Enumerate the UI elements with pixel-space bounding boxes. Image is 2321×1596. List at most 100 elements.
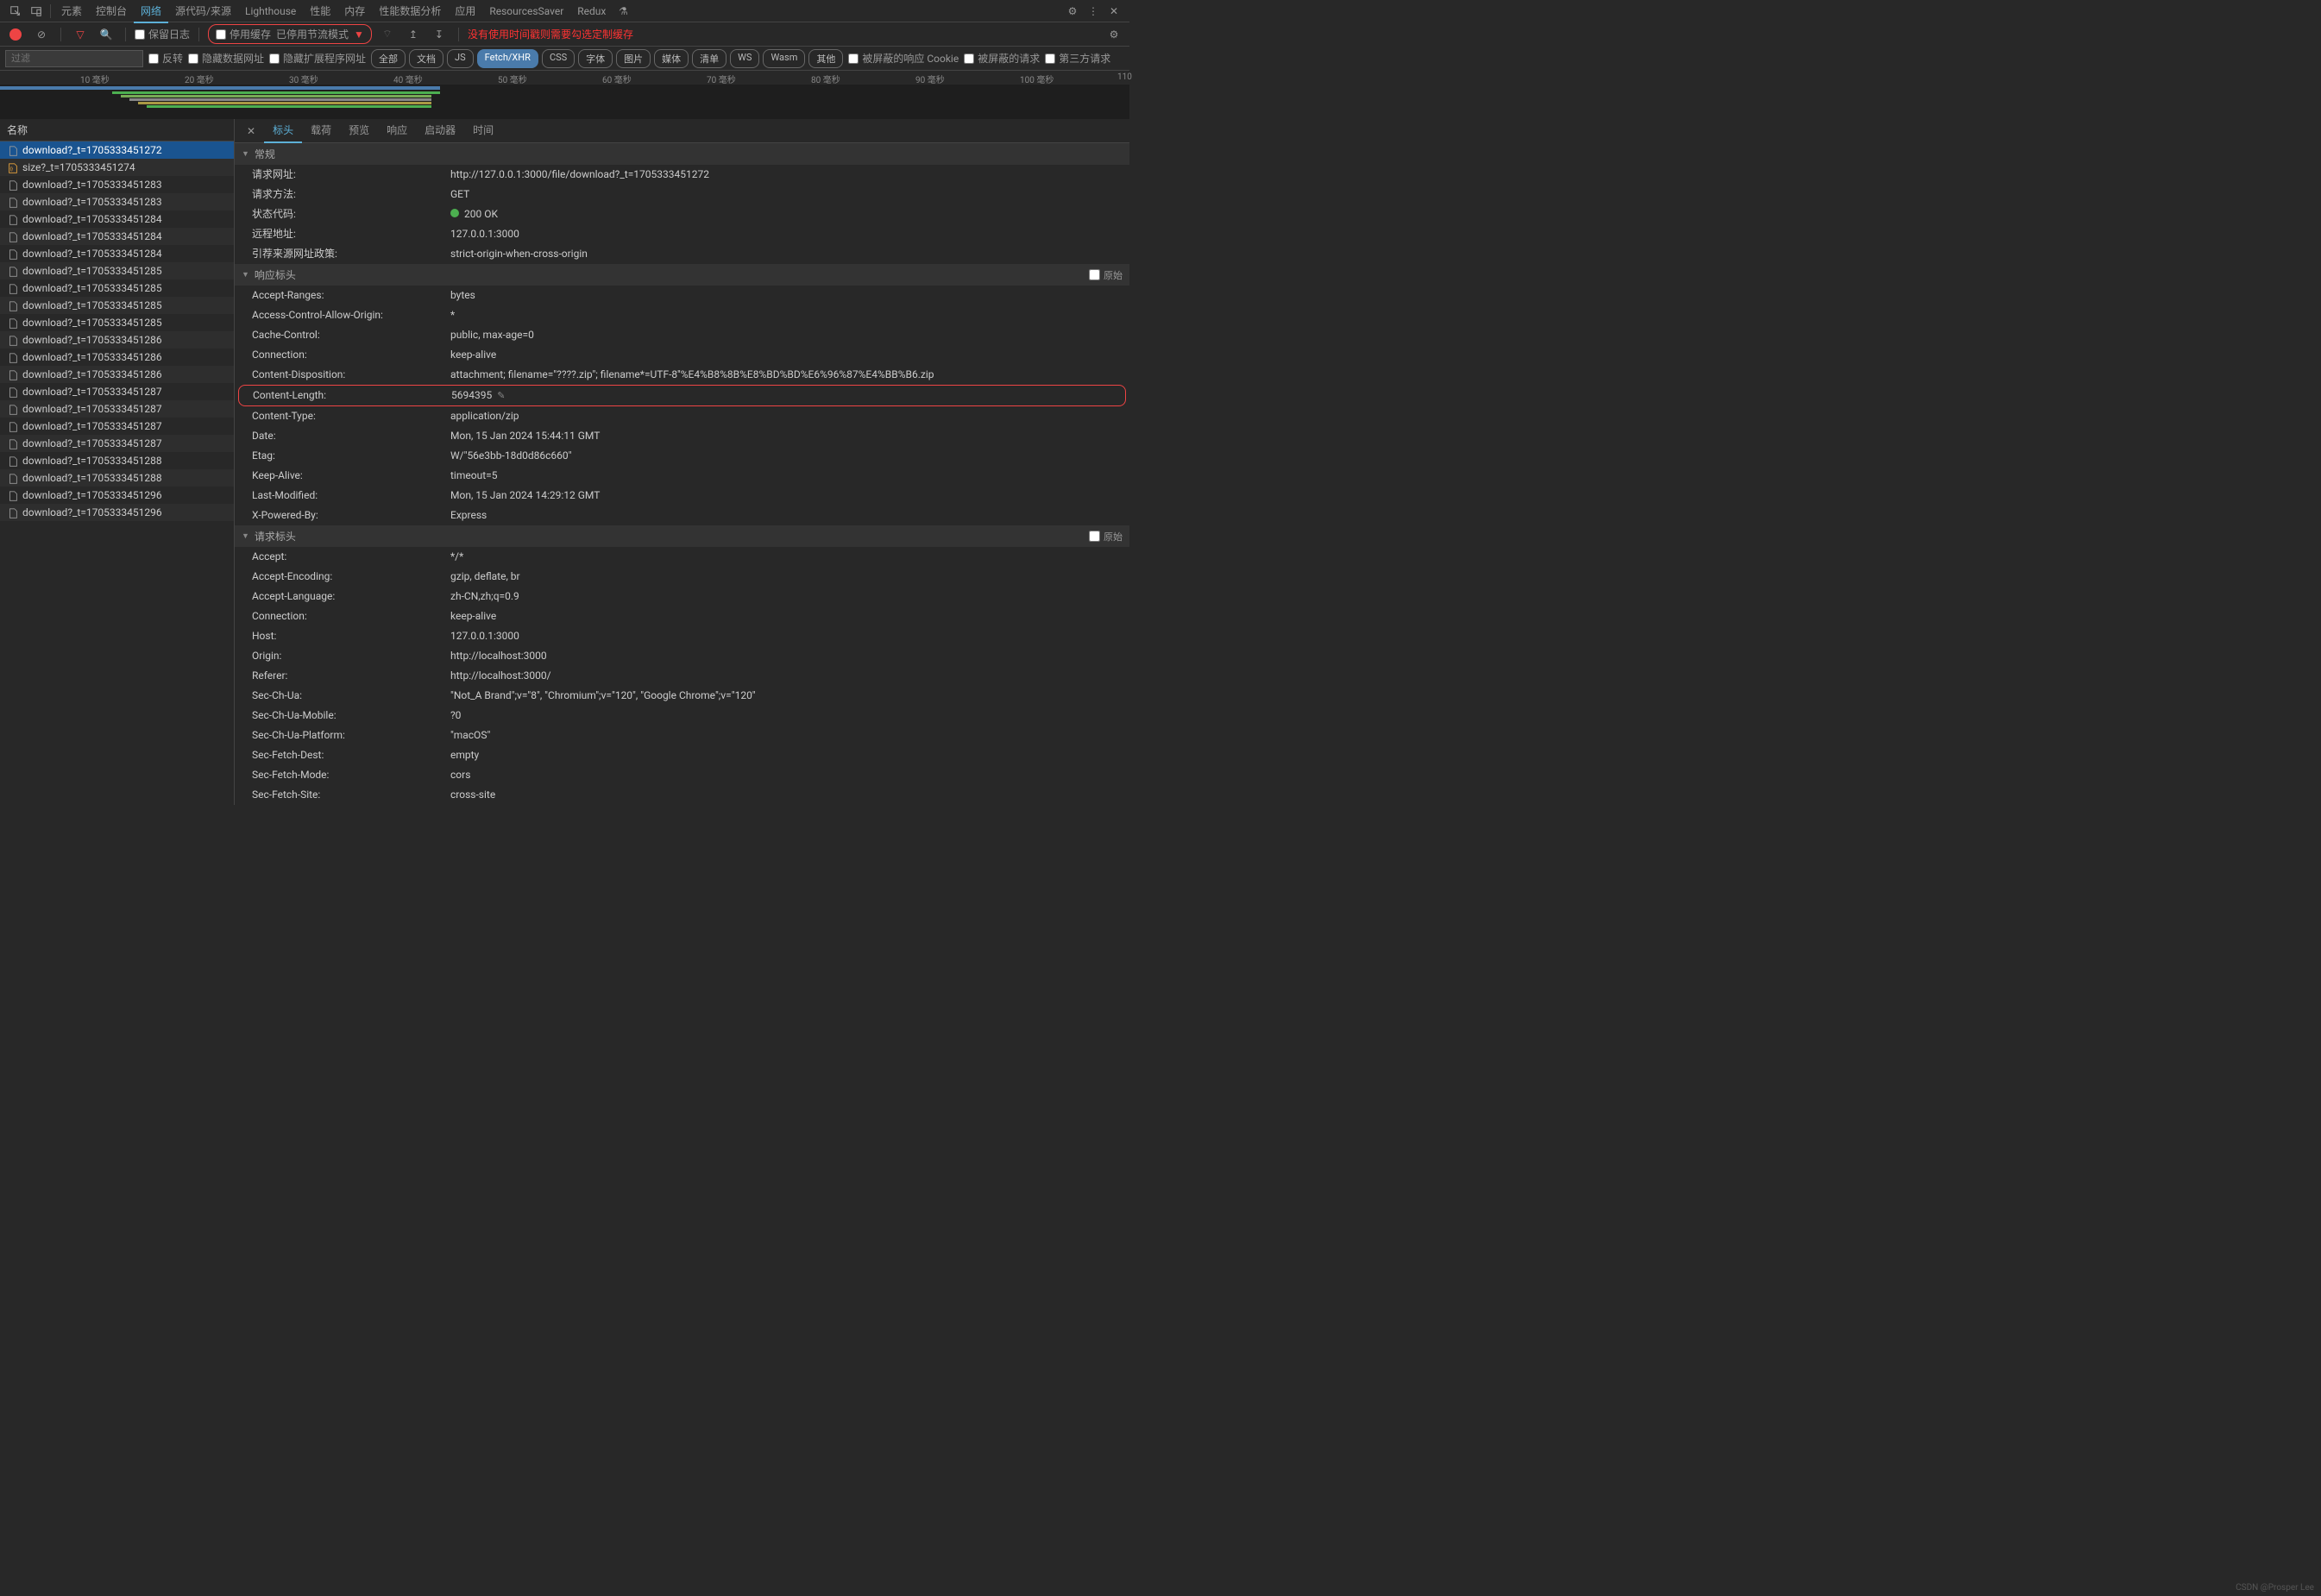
raw-checkbox[interactable]: 原始 (1089, 530, 1123, 544)
request-row[interactable]: {}size?_t=1705333451274 (0, 159, 234, 176)
tab-Redux[interactable]: Redux (570, 1, 613, 22)
detail-tab-响应[interactable]: 响应 (378, 119, 416, 143)
request-row[interactable]: download?_t=1705333451284 (0, 210, 234, 228)
detail-tab-预览[interactable]: 预览 (340, 119, 378, 143)
clear-button[interactable]: ⊘ (33, 26, 50, 43)
disable-cache-checkbox[interactable]: 停用缓存 (216, 27, 271, 41)
type-pill-清单[interactable]: 清单 (692, 49, 726, 68)
request-row[interactable]: download?_t=1705333451286 (0, 349, 234, 366)
filter-input[interactable] (5, 50, 143, 67)
general-section-header[interactable]: ▼常规 (235, 143, 1129, 165)
svg-text:{}: {} (10, 167, 14, 173)
header-key: Referer: (252, 668, 450, 684)
third-party-checkbox[interactable]: 第三方请求 (1045, 51, 1110, 66)
request-name: download?_t=1705333451284 (22, 230, 162, 242)
request-row[interactable]: download?_t=1705333451272 (0, 141, 234, 159)
header-key: Etag: (252, 448, 450, 464)
type-pill-Fetch/XHR[interactable]: Fetch/XHR (477, 49, 538, 68)
download-icon[interactable]: ↧ (431, 26, 448, 43)
tab-控制台[interactable]: 控制台 (89, 1, 134, 22)
inspect-icon[interactable] (7, 3, 24, 20)
hide-data-urls-checkbox[interactable]: 隐藏数据网址 (188, 51, 264, 66)
blocked-requests-checkbox[interactable]: 被屏蔽的请求 (964, 51, 1040, 66)
tab-元素[interactable]: 元素 (54, 1, 89, 22)
request-row[interactable]: download?_t=1705333451287 (0, 383, 234, 400)
network-settings-icon[interactable]: ⚙ (1105, 26, 1123, 43)
type-pill-Wasm[interactable]: Wasm (763, 49, 805, 68)
request-row[interactable]: download?_t=1705333451285 (0, 280, 234, 297)
request-name: download?_t=1705333451286 (22, 368, 162, 380)
request-row[interactable]: download?_t=1705333451285 (0, 262, 234, 280)
record-button[interactable] (7, 26, 24, 43)
request-row[interactable]: download?_t=1705333451284 (0, 245, 234, 262)
type-pill-JS[interactable]: JS (447, 49, 474, 68)
header-value: Mon, 15 Jan 2024 14:29:12 GMT (450, 487, 1123, 504)
detail-tab-标头[interactable]: 标头 (264, 119, 302, 143)
request-row[interactable]: download?_t=1705333451283 (0, 193, 234, 210)
header-row: 远程地址:127.0.0.1:3000 (235, 224, 1129, 244)
tab-ResourcesSaver[interactable]: ResourcesSaver (482, 1, 570, 22)
detail-tab-载荷[interactable]: 载荷 (302, 119, 340, 143)
request-row[interactable]: download?_t=1705333451288 (0, 469, 234, 487)
request-headers-section-header[interactable]: ▼请求标头原始 (235, 525, 1129, 547)
request-row[interactable]: download?_t=1705333451287 (0, 418, 234, 435)
edit-icon[interactable]: ✎ (497, 390, 505, 401)
type-pill-其他[interactable]: 其他 (808, 49, 843, 68)
settings-gear-icon[interactable]: ⚙ (1064, 3, 1081, 20)
type-pill-WS[interactable]: WS (730, 49, 759, 68)
timeline-tick: 90 毫秒 (915, 72, 945, 85)
request-row[interactable]: download?_t=1705333451296 (0, 487, 234, 504)
request-name: download?_t=1705333451288 (22, 455, 162, 467)
tab-网络[interactable]: 网络 (134, 1, 168, 23)
type-pill-文档[interactable]: 文档 (409, 49, 443, 68)
detail-tab-启动器[interactable]: 启动器 (416, 119, 464, 143)
invert-checkbox[interactable]: 反转 (148, 51, 183, 66)
separator (125, 28, 126, 41)
request-row[interactable]: download?_t=1705333451284 (0, 228, 234, 245)
hide-ext-urls-checkbox[interactable]: 隐藏扩展程序网址 (269, 51, 366, 66)
close-details-icon[interactable]: ✕ (240, 125, 262, 137)
request-name: download?_t=1705333451296 (22, 506, 162, 518)
experiments-icon[interactable]: ⚗ (614, 3, 632, 20)
preserve-log-checkbox[interactable]: 保留日志 (135, 27, 190, 41)
tab-Lighthouse[interactable]: Lighthouse (238, 1, 303, 22)
blocked-cookies-checkbox[interactable]: 被屏蔽的响应 Cookie (848, 51, 959, 66)
tab-性能数据分析[interactable]: 性能数据分析 (372, 1, 448, 22)
request-name: download?_t=1705333451288 (22, 472, 162, 484)
timeline-overview[interactable]: 10 毫秒20 毫秒30 毫秒40 毫秒50 毫秒60 毫秒70 毫秒80 毫秒… (0, 71, 1129, 119)
response-headers-section-header[interactable]: ▼响应标头原始 (235, 264, 1129, 286)
more-icon[interactable]: ⋮ (1085, 3, 1102, 20)
upload-icon[interactable]: ↥ (405, 26, 422, 43)
detail-tab-时间[interactable]: 时间 (464, 119, 502, 143)
request-row[interactable]: download?_t=1705333451283 (0, 176, 234, 193)
request-row[interactable]: download?_t=1705333451287 (0, 435, 234, 452)
tab-应用[interactable]: 应用 (448, 1, 482, 22)
request-row[interactable]: download?_t=1705333451286 (0, 331, 234, 349)
request-row[interactable]: download?_t=1705333451285 (0, 297, 234, 314)
timeline-tick: 70 毫秒 (707, 72, 736, 85)
request-row[interactable]: download?_t=1705333451288 (0, 452, 234, 469)
request-row[interactable]: download?_t=1705333451296 (0, 504, 234, 521)
raw-checkbox[interactable]: 原始 (1089, 268, 1123, 282)
close-icon[interactable]: ✕ (1105, 3, 1123, 20)
search-icon[interactable]: 🔍 (97, 26, 115, 43)
filter-icon[interactable]: ▽ (72, 26, 89, 43)
type-pill-图片[interactable]: 图片 (616, 49, 651, 68)
request-row[interactable]: download?_t=1705333451286 (0, 366, 234, 383)
type-pill-字体[interactable]: 字体 (578, 49, 613, 68)
throttle-select[interactable]: 停用缓存 已停用节流模式 ▼ (208, 24, 372, 44)
device-icon[interactable] (28, 3, 45, 20)
type-pill-媒体[interactable]: 媒体 (654, 49, 689, 68)
name-column-header[interactable]: 名称 (0, 119, 234, 141)
wifi-icon[interactable]: ⌔ (379, 26, 396, 43)
preserve-log-label: 保留日志 (148, 27, 190, 41)
tab-内存[interactable]: 内存 (337, 1, 372, 22)
request-row[interactable]: download?_t=1705333451287 (0, 400, 234, 418)
request-row[interactable]: download?_t=1705333451285 (0, 314, 234, 331)
header-row: Accept-Language:zh-CN,zh;q=0.9 (235, 587, 1129, 606)
tab-源代码/来源[interactable]: 源代码/来源 (168, 1, 238, 22)
tab-性能[interactable]: 性能 (303, 1, 337, 22)
file-icon (7, 266, 17, 276)
type-pill-CSS[interactable]: CSS (542, 49, 575, 68)
type-pill-全部[interactable]: 全部 (371, 49, 406, 68)
